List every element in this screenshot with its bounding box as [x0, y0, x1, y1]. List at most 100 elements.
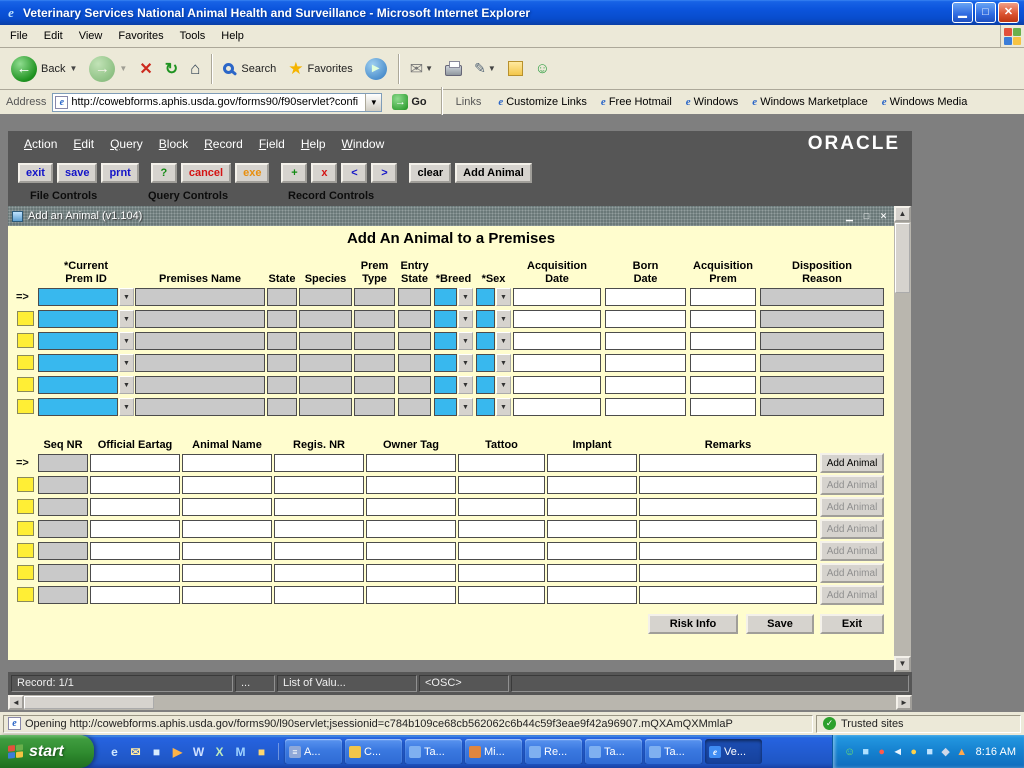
sex-lov-button[interactable]: ▼	[496, 354, 511, 372]
scroll-right-button[interactable]: ►	[896, 695, 912, 710]
regis-nr-field[interactable]	[274, 454, 364, 472]
official-eartag-field[interactable]	[90, 476, 180, 494]
tattoo-field[interactable]	[458, 586, 545, 604]
word-icon[interactable]: W	[190, 743, 207, 760]
taskbar-button[interactable]: Mi...	[465, 739, 522, 764]
next-record-button[interactable]: >	[371, 163, 397, 183]
regis-nr-field[interactable]	[274, 564, 364, 582]
update-tray-icon[interactable]: ●	[907, 746, 921, 758]
vertical-scroll-thumb[interactable]	[895, 223, 910, 293]
taskbar-button[interactable]: Ta...	[645, 739, 702, 764]
link-windows[interactable]: eWindows	[679, 96, 746, 108]
sex-field[interactable]	[476, 288, 495, 306]
born-date-field[interactable]	[605, 376, 686, 394]
taskbar-button[interactable]: ≡A...	[285, 739, 342, 764]
regis-nr-field[interactable]	[274, 498, 364, 516]
maximize-button[interactable]: □	[975, 2, 996, 23]
sex-lov-button[interactable]: ▼	[496, 310, 511, 328]
messenger-button[interactable]: ☺	[530, 57, 555, 80]
row-indicator[interactable]	[17, 521, 34, 536]
taskbar-button[interactable]: eVe...	[705, 739, 762, 764]
animal-name-field[interactable]	[182, 520, 272, 538]
born-date-field[interactable]	[605, 288, 686, 306]
network-tray-icon[interactable]: ■	[859, 746, 873, 758]
born-date-field[interactable]	[605, 354, 686, 372]
breed-field[interactable]	[434, 398, 457, 416]
acquisition-date-field[interactable]	[513, 398, 601, 416]
link-customize-links[interactable]: eCustomize Links	[491, 96, 594, 108]
sex-field[interactable]	[476, 310, 495, 328]
breed-lov-button[interactable]: ▼	[458, 376, 473, 394]
row-indicator[interactable]	[17, 377, 34, 392]
breed-lov-button[interactable]: ▼	[458, 398, 473, 416]
taskbar-button[interactable]: Re...	[525, 739, 582, 764]
breed-field[interactable]	[434, 332, 457, 350]
tattoo-field[interactable]	[458, 498, 545, 516]
link-free-hotmail[interactable]: eFree Hotmail	[594, 96, 679, 108]
save-button[interactable]: Save	[746, 614, 814, 634]
link-windows-media[interactable]: eWindows Media	[875, 96, 975, 108]
msn-icon[interactable]: M	[232, 743, 249, 760]
acquisition-prem-field[interactable]	[690, 288, 756, 306]
official-eartag-field[interactable]	[90, 564, 180, 582]
cancel-button[interactable]: cancel	[181, 163, 231, 183]
acquisition-prem-field[interactable]	[690, 398, 756, 416]
owner-tag-field[interactable]	[366, 564, 456, 582]
tattoo-field[interactable]	[458, 564, 545, 582]
menu-favorites[interactable]: Favorites	[110, 26, 171, 46]
favorites-button[interactable]: ★ Favorites	[283, 57, 358, 81]
oracle-menu-window[interactable]: Window	[334, 137, 393, 151]
scroll-down-button[interactable]: ▼	[894, 656, 911, 672]
form-minimize-button[interactable]: ▁	[843, 210, 856, 222]
exit-button[interactable]: exit	[18, 163, 53, 183]
official-eartag-field[interactable]	[90, 454, 180, 472]
row-indicator[interactable]	[17, 477, 34, 492]
go-button[interactable]: → Go	[386, 93, 432, 111]
animal-name-field[interactable]	[182, 542, 272, 560]
remarks-field[interactable]	[639, 498, 817, 516]
regis-nr-field[interactable]	[274, 476, 364, 494]
current-prem-id-lov-button[interactable]: ▼	[119, 310, 134, 328]
breed-field[interactable]	[434, 310, 457, 328]
tattoo-field[interactable]	[458, 520, 545, 538]
official-eartag-field[interactable]	[90, 498, 180, 516]
stop-button[interactable]: ✕	[134, 56, 157, 82]
sex-lov-button[interactable]: ▼	[496, 332, 511, 350]
row-indicator[interactable]	[17, 587, 34, 602]
address-input[interactable]	[71, 95, 362, 110]
acquisition-prem-field[interactable]	[690, 332, 756, 350]
insert-record-button[interactable]: +	[281, 163, 307, 183]
born-date-field[interactable]	[605, 310, 686, 328]
antivirus-tray-icon[interactable]: ▲	[955, 746, 969, 758]
oracle-menu-record[interactable]: Record	[196, 137, 251, 151]
implant-field[interactable]	[547, 454, 637, 472]
media-button[interactable]: ▶	[360, 55, 392, 83]
row-indicator[interactable]	[17, 355, 34, 370]
remarks-field[interactable]	[639, 476, 817, 494]
delete-record-button[interactable]: x	[311, 163, 337, 183]
edit-button[interactable]: ✎▼	[469, 57, 501, 80]
breed-field[interactable]	[434, 376, 457, 394]
owner-tag-field[interactable]	[366, 542, 456, 560]
current-prem-id-lov-button[interactable]: ▼	[119, 376, 134, 394]
sex-field[interactable]	[476, 332, 495, 350]
official-eartag-field[interactable]	[90, 586, 180, 604]
scroll-left-button[interactable]: ◄	[8, 695, 24, 710]
owner-tag-field[interactable]	[366, 476, 456, 494]
breed-field[interactable]	[434, 288, 457, 306]
official-eartag-field[interactable]	[90, 520, 180, 538]
mail-button[interactable]: ✉▼	[405, 56, 438, 82]
regis-nr-field[interactable]	[274, 586, 364, 604]
folder-icon[interactable]: ■	[253, 743, 270, 760]
minimize-button[interactable]: ▁	[952, 2, 973, 23]
acquisition-date-field[interactable]	[513, 288, 601, 306]
menu-edit[interactable]: Edit	[36, 26, 71, 46]
journal-button[interactable]	[503, 58, 528, 79]
sex-lov-button[interactable]: ▼	[496, 398, 511, 416]
animal-name-field[interactable]	[182, 586, 272, 604]
sex-lov-button[interactable]: ▼	[496, 376, 511, 394]
born-date-field[interactable]	[605, 332, 686, 350]
taskbar-button[interactable]: C...	[345, 739, 402, 764]
current-prem-id-lov-button[interactable]: ▼	[119, 288, 134, 306]
remarks-field[interactable]	[639, 564, 817, 582]
